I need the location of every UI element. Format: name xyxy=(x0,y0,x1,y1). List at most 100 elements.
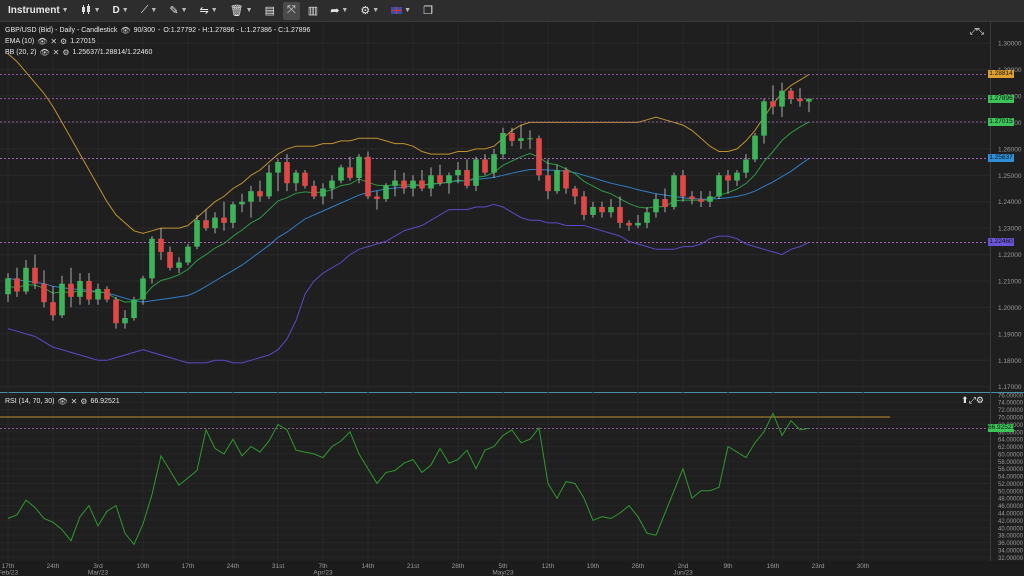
candle-body xyxy=(635,222,641,226)
candle-body xyxy=(761,101,767,136)
candle-body xyxy=(545,175,551,192)
gear-icon[interactable]: ⚙ xyxy=(80,397,87,406)
candle-body xyxy=(617,207,623,223)
candle-body xyxy=(779,90,785,107)
trash-icon: 🗑 xyxy=(229,5,244,17)
price-tag: 1.27015 xyxy=(988,118,1014,127)
candle-body xyxy=(527,138,533,140)
candle-body xyxy=(653,199,659,213)
candle-body xyxy=(104,288,110,300)
settings-button[interactable]: ⚙ ▼ xyxy=(356,2,383,20)
timeframe-label: D xyxy=(112,5,120,16)
chevron-down-icon: ▼ xyxy=(150,7,158,14)
x-tick-label: 16th xyxy=(767,563,780,570)
candles-button[interactable]: ▼ xyxy=(77,2,105,20)
candle-body xyxy=(275,162,281,173)
trash-button[interactable]: 🗑 ▼ xyxy=(226,2,257,20)
y-tick-label: 1.22000 xyxy=(998,252,1022,259)
candle-body xyxy=(257,191,263,197)
candle-body xyxy=(212,217,218,229)
candle-body xyxy=(176,262,182,268)
rsi-y-tick-label: 52.00000 xyxy=(998,482,1024,488)
drawing-tools-button[interactable]: ⟋ ▼ xyxy=(137,2,162,20)
x-tick-label: 28th xyxy=(452,563,465,570)
x-tick-label: 30th xyxy=(857,563,870,570)
candle-body xyxy=(383,185,389,200)
share-icon: ➦ xyxy=(330,5,340,17)
share-button[interactable]: ➦ ▼ xyxy=(326,2,352,20)
rsi-y-tick-label: 74.00000 xyxy=(998,401,1024,407)
candle-body xyxy=(698,199,704,202)
candle-body xyxy=(86,281,92,300)
timeframe-selector[interactable]: D ▼ xyxy=(109,2,133,20)
eye-icon[interactable]: 👁 xyxy=(37,37,47,46)
candle-body xyxy=(752,135,758,160)
candle-body xyxy=(518,138,524,141)
candle-body xyxy=(23,267,29,292)
candle-body xyxy=(572,188,578,197)
x-tick-label: 31st xyxy=(272,563,284,570)
x-tick-sublabel: Feb/23 xyxy=(0,570,18,576)
popout-button[interactable]: ❐ xyxy=(419,2,437,20)
candle-body xyxy=(599,207,605,213)
candle-body xyxy=(311,185,317,197)
price-chart[interactable]: 1.300001.290001.280001.270001.260001.250… xyxy=(0,22,1024,576)
bb-label: BB (20, 2) xyxy=(5,49,37,56)
rsi-y-tick-label: 32.00000 xyxy=(998,556,1024,562)
rsi-y-tick-label: 50.00000 xyxy=(998,489,1024,495)
pencil-button[interactable]: ✎ ▼ xyxy=(165,2,191,20)
candle-body xyxy=(707,196,713,202)
candle-body xyxy=(734,172,740,181)
candle-body xyxy=(401,180,407,189)
gear-icon[interactable]: ⚙ xyxy=(976,395,984,405)
close-icon[interactable]: ✕ xyxy=(50,37,57,46)
x-tick-sublabel: Apr/23 xyxy=(313,570,333,576)
x-tick-label: 17th xyxy=(182,563,195,570)
x-tick-sublabel: Jun/23 xyxy=(673,570,693,576)
rsi-y-tick-label: 46.00000 xyxy=(998,504,1024,510)
gear-icon[interactable]: ⚙ xyxy=(62,48,69,57)
candle-body xyxy=(788,90,794,99)
templates-button[interactable]: ▤ xyxy=(261,2,279,20)
candle-body xyxy=(554,170,560,192)
x-tick-label: 9th xyxy=(723,563,732,570)
candle-body xyxy=(365,156,371,197)
candle-body xyxy=(770,101,776,107)
candle-body xyxy=(482,159,488,173)
eye-icon[interactable]: 👁 xyxy=(40,48,50,57)
chevron-down-icon: ▼ xyxy=(372,7,380,14)
eye-icon[interactable]: 👁 xyxy=(57,397,67,406)
expand-icon[interactable]: ⤢⤡ xyxy=(970,26,984,37)
ema-label: EMA (10) xyxy=(5,38,35,45)
candle-body xyxy=(230,204,236,223)
move-up-icon[interactable]: ⬆ xyxy=(961,395,969,405)
candle-body xyxy=(491,154,497,173)
eye-icon[interactable]: 👁 xyxy=(120,26,130,35)
expand-icon[interactable]: ⤢ xyxy=(969,395,976,405)
candle-body xyxy=(716,175,722,197)
close-icon[interactable]: ✕ xyxy=(53,48,60,57)
candle-body xyxy=(158,238,164,252)
instrument-selector[interactable]: Instrument ▼ xyxy=(4,2,73,20)
candle-body xyxy=(239,201,245,205)
y-tick-label: 1.23000 xyxy=(998,226,1022,233)
chevron-down-icon: ▼ xyxy=(245,7,253,14)
close-icon[interactable]: ✕ xyxy=(71,397,78,406)
y-tick-label: 1.21000 xyxy=(998,279,1022,286)
gear-icon[interactable]: ⚙ xyxy=(60,37,67,46)
candle-body xyxy=(374,196,380,200)
chevron-down-icon: ▼ xyxy=(121,7,129,14)
chart-type-icon: ▥ xyxy=(307,5,319,17)
candle-body xyxy=(725,175,731,181)
candle-body xyxy=(500,133,506,155)
fullscreen-button[interactable]: ⤧ xyxy=(282,1,300,20)
candle-body xyxy=(392,180,398,186)
candle-body xyxy=(644,212,650,223)
language-button[interactable]: ▼ xyxy=(387,2,415,20)
candle-body xyxy=(581,196,587,215)
indicators-button[interactable]: ⇋ ▼ xyxy=(196,2,222,20)
candle-body xyxy=(203,220,209,229)
chart-type-button[interactable]: ▥ xyxy=(304,2,322,20)
y-tick-label: 1.18000 xyxy=(998,358,1022,365)
candle-body xyxy=(743,159,749,173)
